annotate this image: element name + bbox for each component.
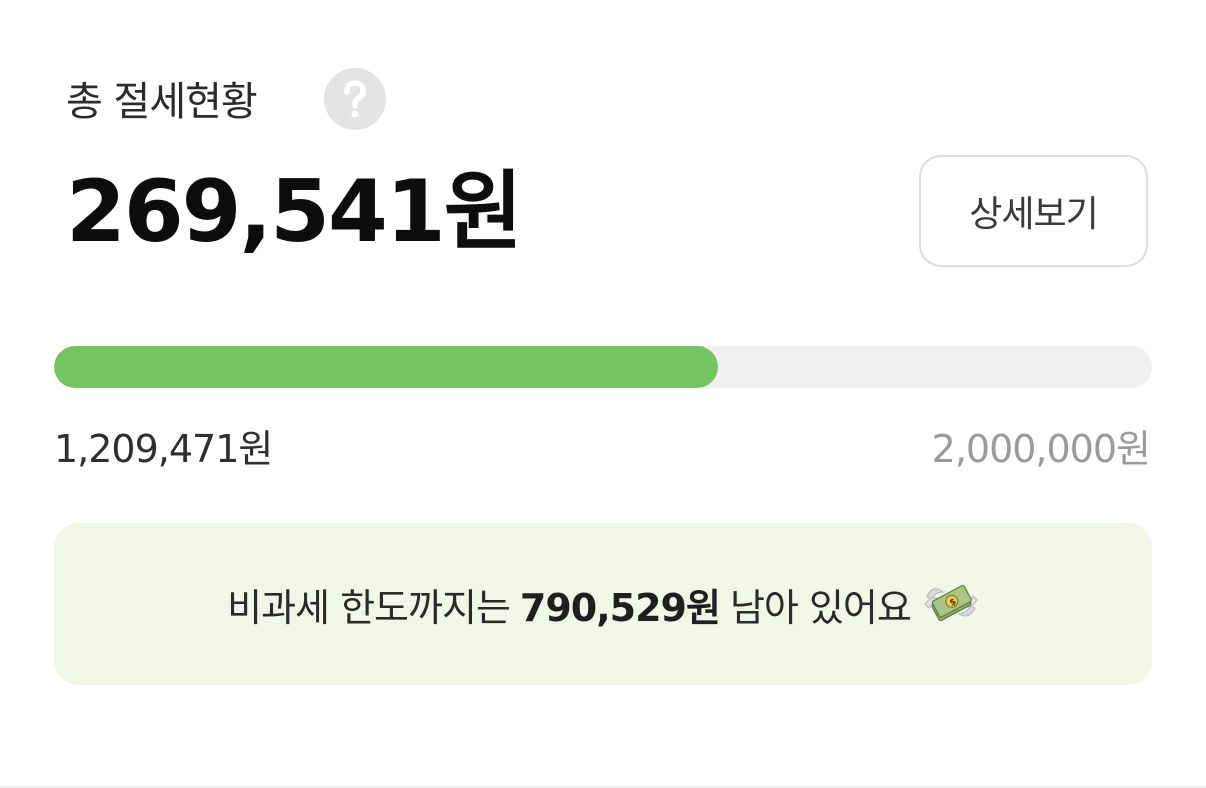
progress-fill: [54, 346, 718, 388]
total-savings-amount: 269,541원: [66, 162, 523, 262]
page-title: 총 절세현황: [66, 79, 258, 125]
tax-savings-card: 총 절세현황 269,541원 상세보기 1,209,471원 2,000,00…: [0, 0, 1206, 788]
detail-button[interactable]: 상세보기: [919, 155, 1148, 267]
current-amount-label: 1,209,471원: [54, 427, 273, 471]
remaining-notice: 비과세 한도까지는 790,529원 남아 있어요 $: [54, 523, 1152, 685]
progress-track: [54, 346, 1152, 388]
notice-suffix: 남아 있어요: [729, 585, 912, 630]
limit-amount-label: 2,000,000원: [931, 427, 1151, 471]
remaining-amount: 790,529원: [519, 585, 721, 630]
question-circle-icon[interactable]: [324, 68, 386, 130]
notice-prefix: 비과세 한도까지는: [227, 585, 511, 630]
title-row: 총 절세현황: [66, 66, 258, 130]
money-with-wings-icon: $: [923, 578, 979, 630]
